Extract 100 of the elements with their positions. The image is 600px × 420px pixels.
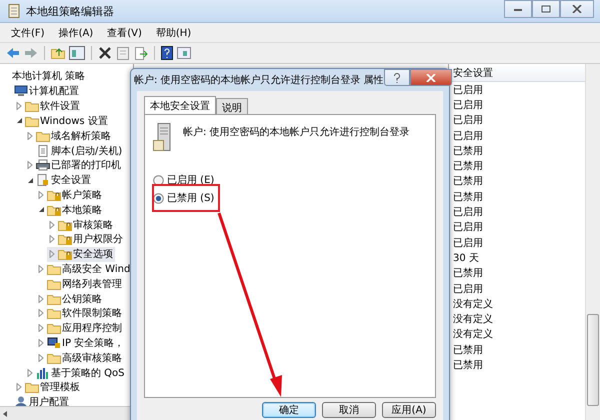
tree-item[interactable]: 计算机配置	[3, 84, 81, 99]
tree-item[interactable]: 网络列表管理	[36, 276, 124, 292]
vertical-scrollbar[interactable]	[585, 64, 600, 420]
menu-item[interactable]: 操作(A)	[54, 24, 98, 40]
tree-item[interactable]: 应用程序控制	[36, 320, 124, 336]
dialog-button[interactable]: 应用(A)	[382, 402, 436, 418]
collapsed-arrow-icon[interactable]	[27, 161, 33, 170]
expanded-arrow-icon[interactable]	[16, 117, 22, 124]
table-cell-text: 没有定义	[452, 312, 494, 327]
close-button[interactable]	[560, 0, 594, 18]
folder-icon	[25, 114, 39, 127]
locked-folder-icon	[58, 233, 72, 246]
maximize-button[interactable]	[532, 0, 560, 18]
tree-item[interactable]: 用户权限分	[47, 232, 125, 247]
expanded-arrow-icon[interactable]	[26, 176, 34, 184]
collapsed-arrow-icon[interactable]	[49, 220, 55, 229]
help-icon	[392, 72, 401, 82]
tree-item[interactable]: 安全设置	[25, 172, 93, 188]
tree-item[interactable]: 管理模板	[14, 380, 82, 395]
tree-item[interactable]: 域名解析策略	[25, 128, 113, 144]
help-button[interactable]	[384, 69, 410, 86]
tab[interactable]: 本地安全设置	[144, 96, 216, 115]
tree-item[interactable]: 高级审核策略	[36, 350, 124, 366]
radio-button[interactable]: 已启用 (E)	[153, 173, 214, 187]
back-arrow-icon[interactable]	[6, 47, 20, 59]
dialog-title: 帐户: 使用空密码的本地帐户只允许进行控制台登录 属性	[134, 74, 384, 87]
table-cell-text: 已启用	[452, 98, 484, 113]
minimize-icon	[513, 6, 523, 12]
tab[interactable]: 说明	[216, 98, 248, 114]
close-button[interactable]	[410, 69, 452, 86]
bar-chart-icon	[36, 366, 50, 379]
collapsed-arrow-icon[interactable]	[16, 102, 22, 110]
tree-item[interactable]: Windows 设置	[14, 114, 110, 128]
locked-folder-icon	[58, 218, 72, 231]
tree-item[interactable]: 脚本(启动/关机)	[25, 143, 124, 158]
tree-item[interactable]: IP 安全策略，	[36, 336, 126, 350]
locked-folder-icon	[47, 204, 61, 216]
dialog-button[interactable]: 取消	[322, 402, 376, 418]
collapsed-arrow-icon[interactable]	[38, 354, 44, 362]
folder-icon	[25, 100, 39, 112]
tree-item[interactable]: 软件设置	[14, 98, 82, 114]
close-icon	[426, 74, 436, 82]
policy-heading: 帐户: 使用空密码的本地帐户只允许进行控制台登录	[183, 126, 410, 139]
app-icon	[8, 4, 20, 18]
menu-item[interactable]: 帮助(H)	[150, 24, 196, 40]
tree-item[interactable]: 本地策略	[36, 202, 104, 218]
table-cell-text: 没有定义	[452, 328, 494, 342]
table-cell-text: 已禁用	[452, 266, 484, 281]
tree-item[interactable]: 公钥策略	[36, 291, 104, 306]
tree-item[interactable]: 高级安全 Wind	[36, 262, 132, 276]
window-title: 本地组策略编辑器	[26, 4, 114, 18]
collapsed-arrow-icon[interactable]	[38, 324, 44, 332]
tree-item[interactable]: 审核策略	[47, 217, 115, 232]
folder-icon	[47, 292, 61, 305]
forward-arrow-icon[interactable]	[24, 47, 38, 59]
horizontal-scrollbar[interactable]	[0, 406, 133, 420]
minimize-button[interactable]	[504, 0, 532, 18]
security-document-icon	[36, 174, 50, 186]
tree-root[interactable]: 本地计算机 策略	[0, 66, 86, 84]
delete-icon[interactable]	[98, 47, 112, 59]
column-header[interactable]: 安全设置	[449, 64, 585, 82]
table-cell-text: 已启用	[452, 236, 484, 250]
export-icon[interactable]	[134, 46, 148, 60]
close-icon	[572, 5, 582, 13]
collapsed-arrow-icon[interactable]	[38, 309, 44, 318]
collapsed-arrow-icon[interactable]	[38, 294, 44, 303]
radio-button[interactable]: 已禁用 (S)	[153, 191, 214, 205]
highlight-frame	[152, 184, 220, 212]
folder-icon	[36, 130, 50, 142]
tree-item[interactable]: 安全选项	[47, 246, 115, 262]
tree-item[interactable]: 帐户策略	[36, 188, 104, 202]
tree-item[interactable]: 已部署的打印机	[25, 158, 123, 173]
collapsed-arrow-icon[interactable]	[49, 250, 55, 258]
collapsed-arrow-icon[interactable]	[38, 338, 44, 347]
folder-icon	[47, 352, 61, 364]
server-icon	[153, 123, 171, 153]
network-computer-icon	[47, 336, 61, 349]
dialog-button[interactable]: 确定	[262, 402, 316, 418]
folder-icon	[47, 322, 61, 334]
document-icon	[36, 144, 50, 157]
panel-toggle-icon[interactable]	[69, 46, 85, 60]
tree-item[interactable]: 软件限制策略	[36, 306, 124, 321]
collapsed-arrow-icon[interactable]	[38, 264, 44, 273]
help-icon[interactable]	[161, 46, 173, 60]
menu-item[interactable]: 查看(V)	[102, 24, 147, 40]
collapsed-arrow-icon[interactable]	[38, 190, 44, 199]
printer-icon	[36, 159, 50, 172]
collapsed-arrow-icon[interactable]	[16, 383, 22, 392]
maximize-icon	[541, 5, 551, 13]
collapsed-arrow-icon[interactable]	[27, 132, 33, 140]
locked-folder-icon	[58, 248, 72, 260]
collapsed-arrow-icon[interactable]	[27, 368, 33, 377]
table-cell-text: 已禁用	[452, 190, 484, 204]
tree-item[interactable]: 基于策略的 QoS	[25, 365, 127, 380]
table-cell-text: 已禁用	[452, 174, 484, 190]
menu-item[interactable]: 文件(F)	[6, 24, 50, 40]
expanded-arrow-icon[interactable]	[38, 206, 44, 214]
table-cell-text: 已禁用	[452, 144, 484, 158]
collapsed-arrow-icon[interactable]	[49, 235, 55, 244]
folder-up-icon[interactable]	[51, 47, 65, 59]
